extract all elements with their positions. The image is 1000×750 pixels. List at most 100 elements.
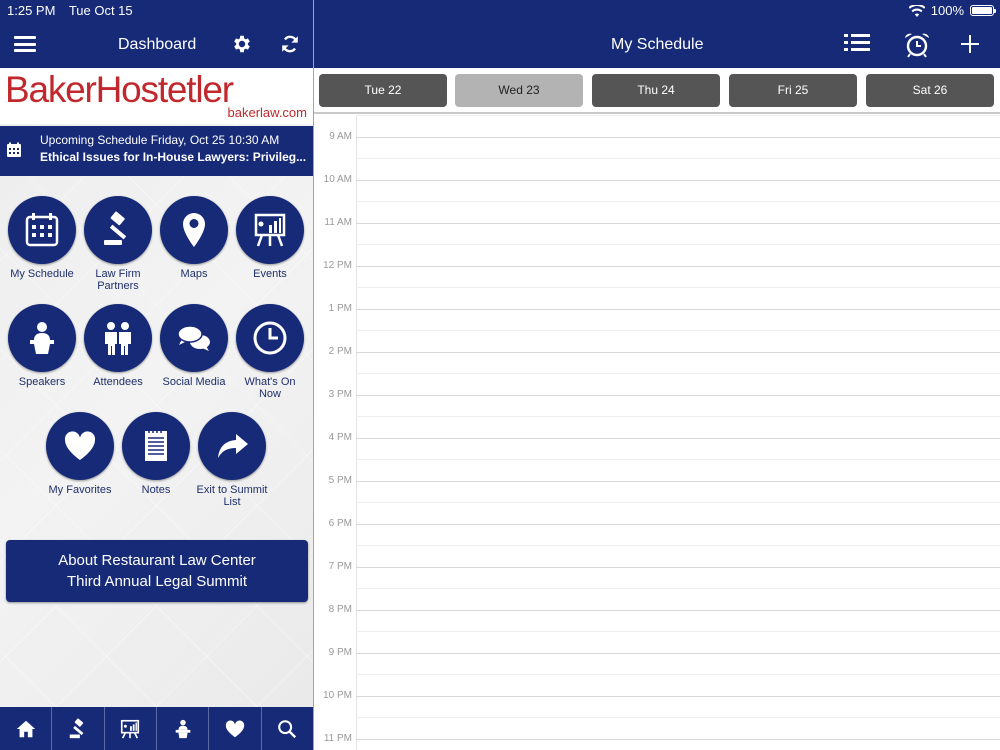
tile-label: Maps xyxy=(180,268,208,280)
chat-bubbles-icon xyxy=(177,325,210,351)
tab-home[interactable] xyxy=(0,707,53,750)
hour-label: 7 PM xyxy=(328,561,352,572)
bottom-tab-bar xyxy=(0,707,313,750)
upcoming-session-title: Ethical Issues for In-House Lawyers: Pri… xyxy=(40,150,307,164)
status-time: 1:25 PM xyxy=(7,3,56,18)
half-hour-line xyxy=(356,674,1000,675)
day-selector: Tue 22 Wed 23 Thu 24 Fri 25 Sat 26 xyxy=(314,68,1000,114)
status-bar-right: 100% xyxy=(908,3,996,18)
tile-label: My Favorites xyxy=(48,484,112,496)
tile-my-favorites[interactable]: My Favorites xyxy=(42,412,118,496)
tab-favorites[interactable] xyxy=(209,707,262,750)
about-summit-button[interactable]: About Restaurant Law Center Third Annual… xyxy=(6,540,308,602)
tile-events[interactable]: Events xyxy=(232,196,308,280)
hour-label: 12 PM xyxy=(323,260,352,271)
hour-line xyxy=(356,395,1000,396)
hour-line xyxy=(356,739,1000,740)
tile-label: Speakers xyxy=(18,376,66,388)
hour-line xyxy=(356,481,1000,482)
logo-url: bakerlaw.com xyxy=(227,105,307,120)
heart-icon xyxy=(225,719,245,737)
refresh-icon[interactable] xyxy=(279,33,301,55)
tile-attendees[interactable]: Attendees xyxy=(80,304,156,388)
tile-notes[interactable]: Notes xyxy=(118,412,194,496)
alarm-clock-icon[interactable] xyxy=(904,32,930,58)
tile-label: Attendees xyxy=(93,376,143,388)
hamburger-menu-icon[interactable] xyxy=(14,36,36,52)
hour-label: 2 PM xyxy=(328,346,352,357)
presentation-icon xyxy=(254,213,286,247)
tile-speakers[interactable]: Speakers xyxy=(4,304,80,388)
hour-label: 4 PM xyxy=(328,432,352,443)
podium-speaker-icon xyxy=(175,719,190,738)
hour-label: 1 PM xyxy=(328,303,352,314)
hour-line xyxy=(356,223,1000,224)
hour-label: 10 AM xyxy=(323,174,352,185)
tile-exit-to-summit-list[interactable]: Exit to Summit List xyxy=(194,412,270,508)
half-hour-line xyxy=(356,287,1000,288)
schedule-title: My Schedule xyxy=(611,36,704,53)
hour-line xyxy=(356,696,1000,697)
half-hour-line xyxy=(356,115,1000,116)
tab-law-firm-partners[interactable] xyxy=(52,707,105,750)
hour-line xyxy=(356,266,1000,267)
about-line-2: Third Annual Legal Summit xyxy=(66,573,248,590)
hour-line xyxy=(356,137,1000,138)
tile-social-media[interactable]: Social Media xyxy=(156,304,232,388)
upcoming-schedule-banner[interactable]: Upcoming Schedule Friday, Oct 25 10:30 A… xyxy=(0,126,313,176)
presentation-icon xyxy=(121,719,140,739)
half-hour-line xyxy=(356,244,1000,245)
tile-label: Social Media xyxy=(162,376,226,388)
half-hour-line xyxy=(356,330,1000,331)
list-icon[interactable] xyxy=(844,32,870,54)
hour-line xyxy=(356,567,1000,568)
tile-my-schedule[interactable]: My Schedule xyxy=(4,196,80,280)
half-hour-line xyxy=(356,502,1000,503)
home-icon xyxy=(16,720,35,737)
upcoming-datetime: Upcoming Schedule Friday, Oct 25 10:30 A… xyxy=(40,133,280,147)
sponsor-logo[interactable]: BakerHostetler bakerlaw.com xyxy=(0,68,313,124)
hour-line xyxy=(356,180,1000,181)
calendar-icon xyxy=(25,213,59,247)
tile-label: Law Firm Partners xyxy=(95,268,141,292)
dashboard-panel: 1:25 PM Tue Oct 15 Dashboard BakerHostet… xyxy=(0,0,313,750)
hour-label: 9 PM xyxy=(328,647,352,658)
add-plus-icon[interactable] xyxy=(960,34,980,54)
half-hour-line xyxy=(356,588,1000,589)
day-button-tue-22[interactable]: Tue 22 xyxy=(319,74,447,107)
tab-events[interactable] xyxy=(105,707,157,750)
gear-icon[interactable] xyxy=(231,33,253,55)
tab-speakers[interactable] xyxy=(157,707,210,750)
hour-label: 11 AM xyxy=(324,217,352,228)
half-hour-line xyxy=(356,459,1000,460)
hour-label: 6 PM xyxy=(328,518,352,529)
hour-line xyxy=(356,653,1000,654)
tab-search[interactable] xyxy=(262,707,313,750)
day-button-fri-25[interactable]: Fri 25 xyxy=(729,74,857,107)
tile-law-firm-partners[interactable]: Law Firm Partners xyxy=(80,196,156,292)
tile-maps[interactable]: Maps xyxy=(156,196,232,280)
half-hour-line xyxy=(356,201,1000,202)
status-bar-left: 1:25 PM Tue Oct 15 xyxy=(7,3,143,18)
about-line-1: About Restaurant Law Center xyxy=(58,552,256,569)
wifi-icon xyxy=(908,4,925,17)
half-hour-line xyxy=(356,717,1000,718)
tile-label: Events xyxy=(253,268,287,280)
schedule-header: 100% My Schedule xyxy=(314,0,1000,68)
half-hour-line xyxy=(356,158,1000,159)
dashboard-title: Dashboard xyxy=(118,36,197,53)
day-button-wed-23[interactable]: Wed 23 xyxy=(455,74,583,107)
half-hour-line xyxy=(356,545,1000,546)
day-button-sat-26[interactable]: Sat 26 xyxy=(866,74,994,107)
dashboard-header: 1:25 PM Tue Oct 15 Dashboard xyxy=(0,0,313,68)
notepad-icon xyxy=(145,431,167,461)
half-hour-line xyxy=(356,416,1000,417)
gavel-icon xyxy=(69,717,84,738)
day-button-thu-24[interactable]: Thu 24 xyxy=(592,74,720,107)
schedule-time-grid[interactable]: 9 AM 10 AM 11 AM 12 PM 1 PM 2 PM 3 PM 4 PM 5 PM 6… xyxy=(314,115,1000,750)
half-hour-line xyxy=(356,631,1000,632)
hour-line xyxy=(356,610,1000,611)
hour-label: 10 PM xyxy=(323,690,352,701)
hour-label: 9 AM xyxy=(329,131,352,142)
tile-whats-on-now[interactable]: What's On Now xyxy=(232,304,308,400)
